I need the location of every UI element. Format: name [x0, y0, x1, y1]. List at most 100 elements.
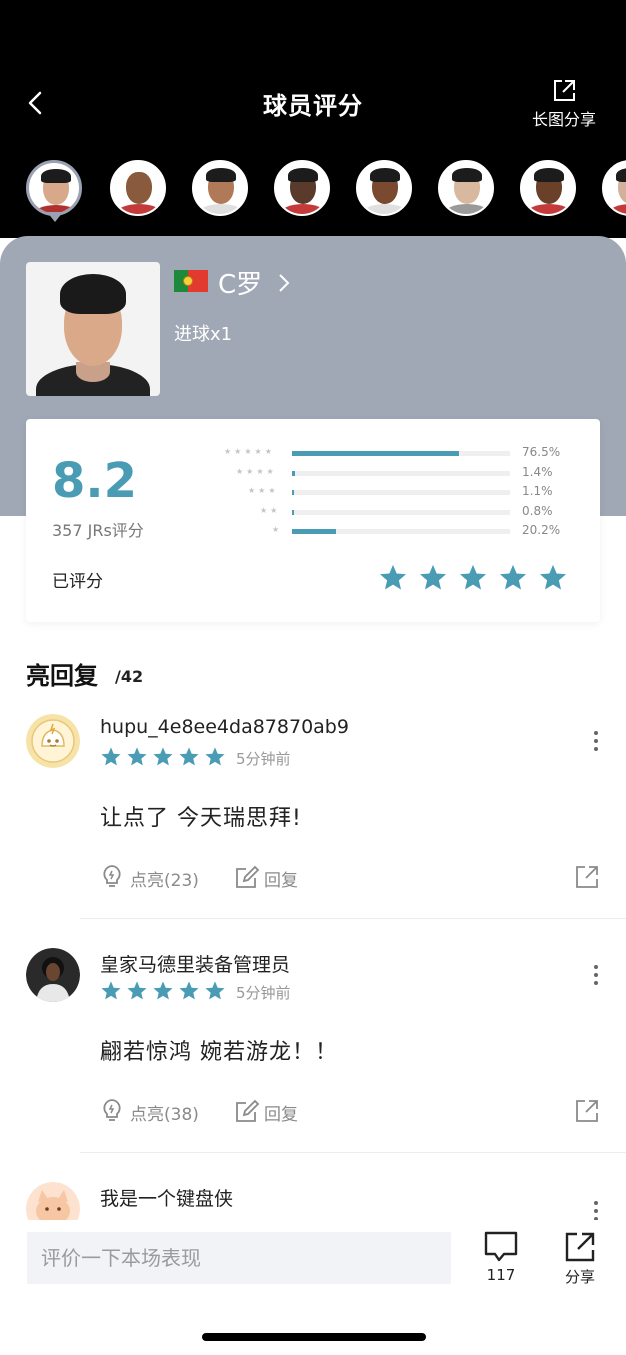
comment-time: 5分钟前 [236, 750, 291, 768]
player-avatar[interactable] [110, 160, 166, 216]
reply-label: 回复 [264, 871, 298, 891]
selected-pointer [47, 212, 63, 222]
player-photo [26, 262, 160, 396]
distribution-bar-track [292, 470, 510, 476]
star-icon[interactable] [378, 563, 408, 593]
comments-count: 117 [486, 1266, 516, 1284]
distribution-percent: 20.2% [522, 523, 561, 537]
player-avatar[interactable] [192, 160, 248, 216]
avatar[interactable] [26, 714, 80, 768]
my-rating-stars[interactable] [378, 563, 572, 593]
comment-username[interactable]: 我是一个键盘侠 [100, 1184, 233, 1211]
star-icon [100, 980, 122, 1002]
star-icon [100, 746, 122, 768]
chevron-right-icon[interactable] [276, 272, 292, 298]
more-icon[interactable] [586, 1198, 606, 1220]
star-icon[interactable] [418, 563, 448, 593]
star-icon [126, 746, 148, 768]
distribution-stars: ★★★ [248, 486, 279, 495]
distribution-row: ★★★★★ 76.5% [218, 445, 588, 461]
distribution-bar-fill [292, 470, 296, 476]
light-label: 点亮(23) [130, 871, 199, 891]
distribution-bar-track [292, 490, 510, 495]
evaluate-input[interactable] [27, 1232, 451, 1284]
player-avatar[interactable] [438, 160, 494, 216]
share-icon [554, 80, 575, 101]
light-button[interactable]: 点亮(38) [100, 1098, 210, 1125]
rating-score: 8.2 [52, 453, 138, 509]
comment-item: 我是一个键盘侠 [0, 1182, 626, 1220]
long-image-share-button[interactable]: 长图分享 [524, 78, 604, 130]
star-icon [178, 746, 200, 768]
star-icon [178, 980, 200, 1002]
comment-time: 5分钟前 [236, 984, 291, 1002]
share-icon [565, 1232, 595, 1262]
star-icon [152, 980, 174, 1002]
reply-label: 回复 [264, 1105, 298, 1125]
distribution-row: ★★ 0.8% [218, 503, 588, 520]
distribution-percent: 76.5% [522, 445, 561, 459]
share-icon[interactable] [574, 864, 600, 890]
player-avatar[interactable] [602, 160, 626, 216]
distribution-percent: 1.1% [522, 484, 553, 498]
comments-button[interactable]: 117 [476, 1230, 526, 1284]
player-name[interactable]: C罗 [218, 264, 262, 301]
share-label: 分享 [564, 1268, 595, 1286]
rating-card: 8.2 357 JRs评分 ★★★★★ 76.5% ★★★★ 1.4% ★★★ 1.1% ★… [26, 419, 600, 622]
player-avatar[interactable] [274, 160, 330, 216]
rated-label: 已评分 [52, 572, 103, 592]
comment-stars [100, 980, 230, 1002]
distribution-percent: 1.4% [522, 464, 553, 479]
star-icon[interactable] [498, 563, 528, 593]
star-icon[interactable] [458, 563, 488, 593]
lightbulb-icon [103, 865, 121, 887]
reply-button[interactable]: 回复 [234, 1098, 324, 1125]
rating-count: 357 JRs评分 [52, 521, 144, 540]
more-icon[interactable] [586, 728, 606, 754]
distribution-bar-track [292, 451, 510, 456]
player-avatar[interactable] [356, 160, 412, 216]
comment-username[interactable]: 皇家马德里装备管理员 [100, 950, 290, 977]
distribution-row: ★ 20.2% [218, 523, 588, 539]
distribution-stars: ★★ [260, 505, 281, 515]
comment-text: 翩若惊鸿 婉若游龙！！ [100, 1040, 338, 1065]
star-icon [152, 746, 174, 768]
divider [80, 918, 626, 919]
player-selector [0, 158, 626, 228]
distribution-bar-fill [292, 490, 295, 495]
edit-icon [236, 865, 260, 888]
lightbulb-icon [103, 1099, 121, 1121]
reply-button[interactable]: 回复 [234, 864, 324, 891]
distribution-row: ★★★★ 1.4% [218, 464, 588, 481]
more-icon[interactable] [586, 962, 606, 988]
star-icon [204, 746, 226, 768]
avatar[interactable] [26, 948, 80, 1002]
player-avatar-selected[interactable] [26, 160, 82, 216]
distribution-stars: ★★★★ [236, 466, 277, 476]
share-button[interactable]: 分享 [555, 1230, 605, 1287]
distribution-percent: 0.8% [522, 503, 553, 518]
avatar[interactable] [26, 1182, 80, 1220]
distribution-row: ★★★ 1.1% [218, 484, 588, 500]
distribution-bar-fill [292, 509, 295, 515]
comment-stars [100, 746, 230, 768]
distribution-stars: ★★★★★ [224, 447, 275, 456]
distribution-bar-fill [292, 451, 459, 456]
comment-text: 让点了 今天瑞思拜! [100, 806, 302, 831]
star-icon [126, 980, 148, 1002]
player-avatar[interactable] [520, 160, 576, 216]
player-stat: 进球x1 [174, 324, 233, 345]
star-icon[interactable] [538, 563, 568, 593]
distribution-bar-track [292, 509, 510, 515]
share-icon[interactable] [574, 1098, 600, 1124]
light-button[interactable]: 点亮(23) [100, 864, 210, 891]
edit-icon [236, 1099, 260, 1122]
divider [80, 1152, 626, 1153]
portugal-flag-icon [174, 270, 208, 292]
comment-icon [484, 1231, 518, 1262]
star-icon [204, 980, 226, 1002]
comment-username[interactable]: hupu_4e8ee4da87870ab9 [100, 716, 349, 738]
distribution-stars: ★ [272, 525, 283, 534]
light-label: 点亮(38) [130, 1105, 199, 1125]
home-indicator [202, 1333, 426, 1341]
